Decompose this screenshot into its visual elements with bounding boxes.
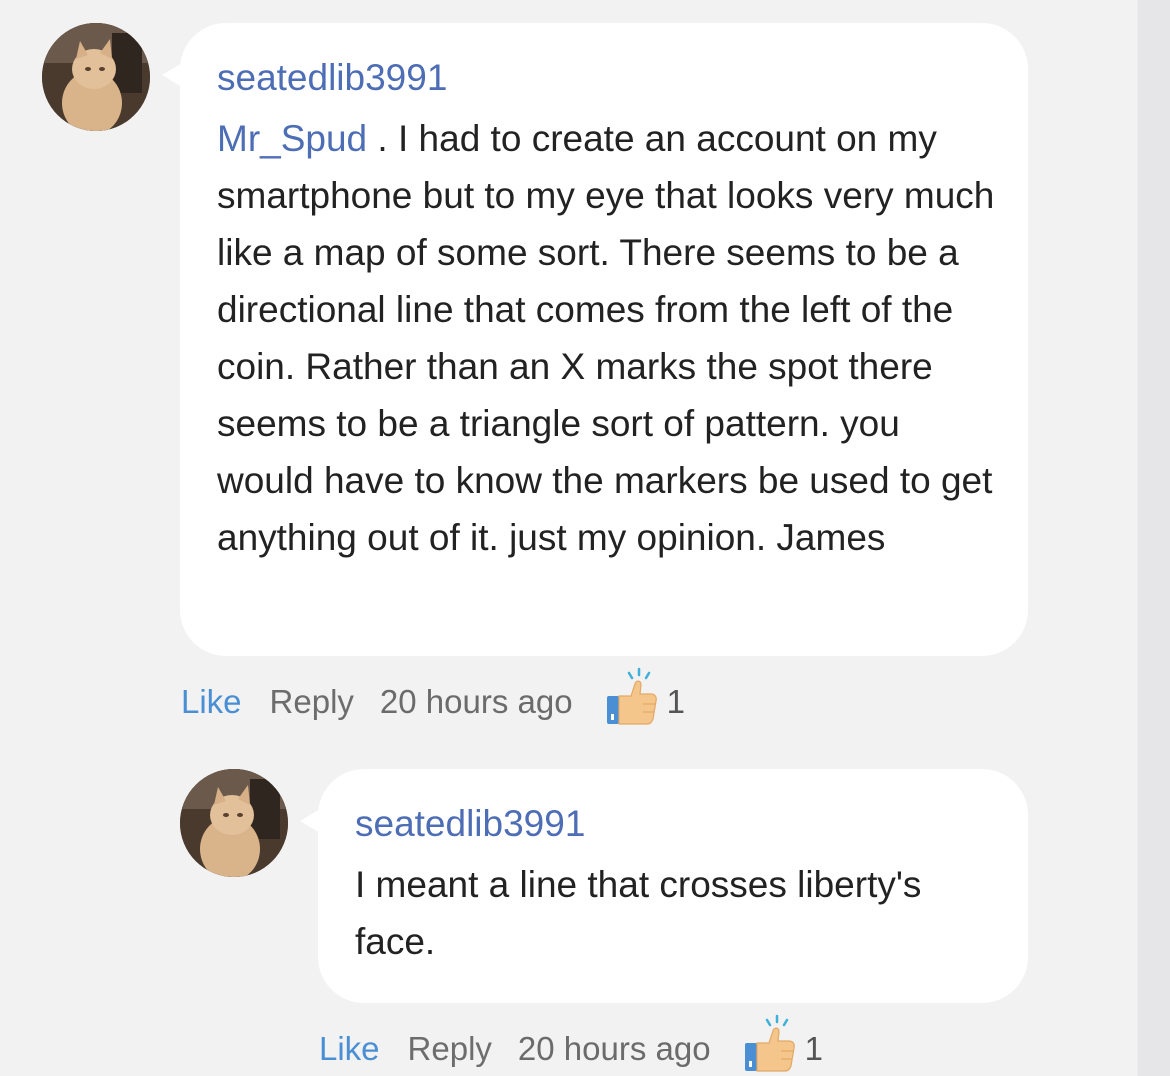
avatar[interactable] <box>180 769 288 877</box>
cat-avatar-image <box>180 769 288 877</box>
comment-timestamp: 20 hours ago <box>517 1030 711 1067</box>
cat-avatar-image <box>42 23 150 131</box>
comment-timestamp: 20 hours ago <box>379 683 573 720</box>
thumbs-up-icon <box>744 1014 795 1072</box>
reply-button[interactable]: Reply <box>408 1030 492 1068</box>
comment-text: Mr_Spud . I had to create an account on … <box>217 110 998 566</box>
comment-body: I meant a line that crosses liberty's fa… <box>355 864 922 962</box>
comment-bubble: seatedlib3991 Mr_Spud . I had to create … <box>162 23 1028 656</box>
reply-bubble: seatedlib3991 I meant a line that crosse… <box>300 769 1028 1003</box>
like-count: 1 <box>804 1030 823 1067</box>
comment-username[interactable]: seatedlib3991 <box>217 59 998 96</box>
like-count: 1 <box>666 683 685 720</box>
avatar[interactable] <box>42 23 150 131</box>
comment-actions: Like Reply 20 hours ago 1 <box>319 1014 823 1072</box>
comment-body: . I had to create an account on my smart… <box>217 118 995 558</box>
reply-button[interactable]: Reply <box>270 683 354 721</box>
thumbs-up-icon <box>606 667 657 725</box>
mention-link[interactable]: Mr_Spud <box>217 118 367 159</box>
comment-username[interactable]: seatedlib3991 <box>355 805 998 842</box>
like-button[interactable]: Like <box>319 1030 380 1068</box>
comment-actions: Like Reply 20 hours ago 1 <box>181 667 685 725</box>
like-button[interactable]: Like <box>181 683 242 721</box>
scrollbar-track[interactable] <box>1137 0 1170 1076</box>
